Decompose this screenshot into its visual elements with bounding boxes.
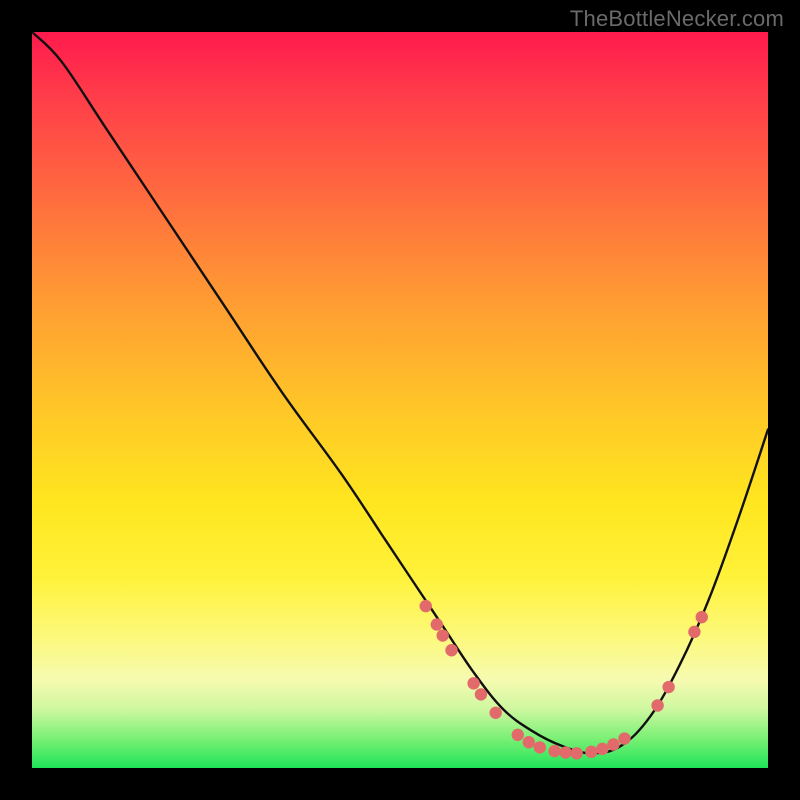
bottleneck-curve <box>32 32 768 753</box>
curve-marker <box>585 746 597 758</box>
curve-marker <box>559 746 571 758</box>
curve-marker <box>596 743 608 755</box>
chart-stage: TheBottleNecker.com <box>0 0 800 800</box>
curve-marker <box>445 644 457 656</box>
curve-marker <box>607 738 619 750</box>
curve-marker <box>512 729 524 741</box>
curve-marker <box>651 699 663 711</box>
curve-marker <box>436 629 448 641</box>
curve-marker <box>523 736 535 748</box>
curve-marker <box>688 626 700 638</box>
curve-marker <box>467 677 479 689</box>
curve-layer <box>32 32 768 768</box>
curve-marker <box>431 618 443 630</box>
curve-marker <box>420 600 432 612</box>
curve-markers <box>420 600 708 760</box>
curve-marker <box>489 707 501 719</box>
plot-area <box>32 32 768 768</box>
curve-marker <box>662 681 674 693</box>
curve-marker <box>534 741 546 753</box>
curve-marker <box>618 732 630 744</box>
curve-marker <box>475 688 487 700</box>
curve-marker <box>548 745 560 757</box>
watermark-text: TheBottleNecker.com <box>570 6 784 32</box>
curve-marker <box>570 747 582 759</box>
curve-marker <box>696 611 708 623</box>
